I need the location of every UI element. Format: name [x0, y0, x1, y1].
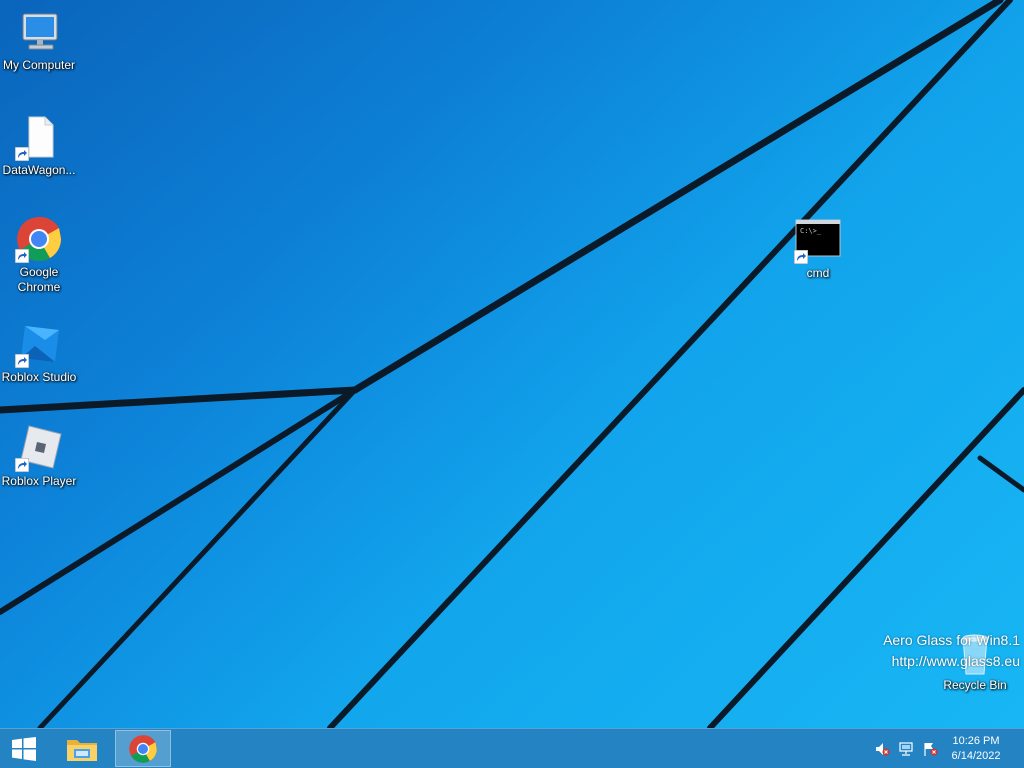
aero-glass-watermark: Aero Glass for Win8.1 http://www.glass8.… — [883, 630, 1020, 672]
computer-icon — [15, 8, 63, 56]
svg-text:C:\>_: C:\>_ — [800, 227, 822, 235]
desktop-icon-label: DataWagon... — [2, 163, 76, 177]
wallpaper — [0, 0, 1024, 728]
desktop-icon-my-computer[interactable]: My Computer — [0, 8, 78, 73]
desktop-icon-datawagon[interactable]: DataWagon... — [0, 113, 78, 178]
shortcut-arrow-icon — [15, 147, 29, 161]
chrome-icon — [15, 215, 63, 263]
clock-date: 6/14/2022 — [951, 750, 1001, 762]
desktop-icon-label: Roblox Studio — [1, 370, 77, 384]
desktop-icon-roblox-studio[interactable]: Roblox Studio — [0, 320, 78, 385]
desktop-icon-cmd[interactable]: C:\>_ cmd — [779, 216, 857, 281]
desktop-icon-label: Google Chrome — [17, 265, 61, 294]
file-explorer-icon — [67, 739, 97, 761]
roblox-player-icon — [15, 424, 63, 472]
watermark-url: http://www.glass8.eu — [891, 653, 1020, 669]
taskbar-clock[interactable]: 10:26 PM 6/14/2022 — [946, 734, 1006, 764]
cmd-icon: C:\>_ — [794, 216, 842, 264]
blank-file-icon — [15, 113, 63, 161]
taskbar: 10:26 PM 6/14/2022 — [0, 728, 1024, 768]
windows-logo-icon — [12, 736, 36, 761]
shortcut-arrow-icon — [15, 249, 29, 263]
network-icon[interactable] — [898, 741, 914, 757]
roblox-studio-icon — [15, 320, 63, 368]
shortcut-arrow-icon — [794, 250, 808, 264]
desktop-icon-google-chrome[interactable]: Google Chrome — [0, 215, 78, 295]
clock-time: 10:26 PM — [952, 735, 1000, 747]
taskbar-chrome-button[interactable] — [115, 730, 171, 767]
desktop-icon-roblox-player[interactable]: Roblox Player — [0, 424, 78, 489]
speaker-muted-icon[interactable] — [874, 741, 890, 757]
desktop-icon-label: Recycle Bin — [943, 678, 1007, 692]
action-center-flag-icon[interactable] — [922, 741, 938, 757]
start-button[interactable] — [0, 730, 48, 767]
shortcut-arrow-icon — [15, 354, 29, 368]
taskbar-file-explorer-button[interactable] — [54, 730, 110, 767]
desktop-icon-label: Roblox Player — [1, 474, 77, 488]
desktop-icon-label: My Computer — [2, 58, 76, 72]
desktop[interactable]: My Computer DataWagon... Google Chrome R… — [0, 0, 1024, 728]
chrome-icon — [129, 734, 157, 763]
shortcut-arrow-icon — [15, 458, 29, 472]
desktop-icon-label: cmd — [806, 266, 830, 280]
watermark-line: Aero Glass for Win8.1 — [883, 632, 1020, 648]
